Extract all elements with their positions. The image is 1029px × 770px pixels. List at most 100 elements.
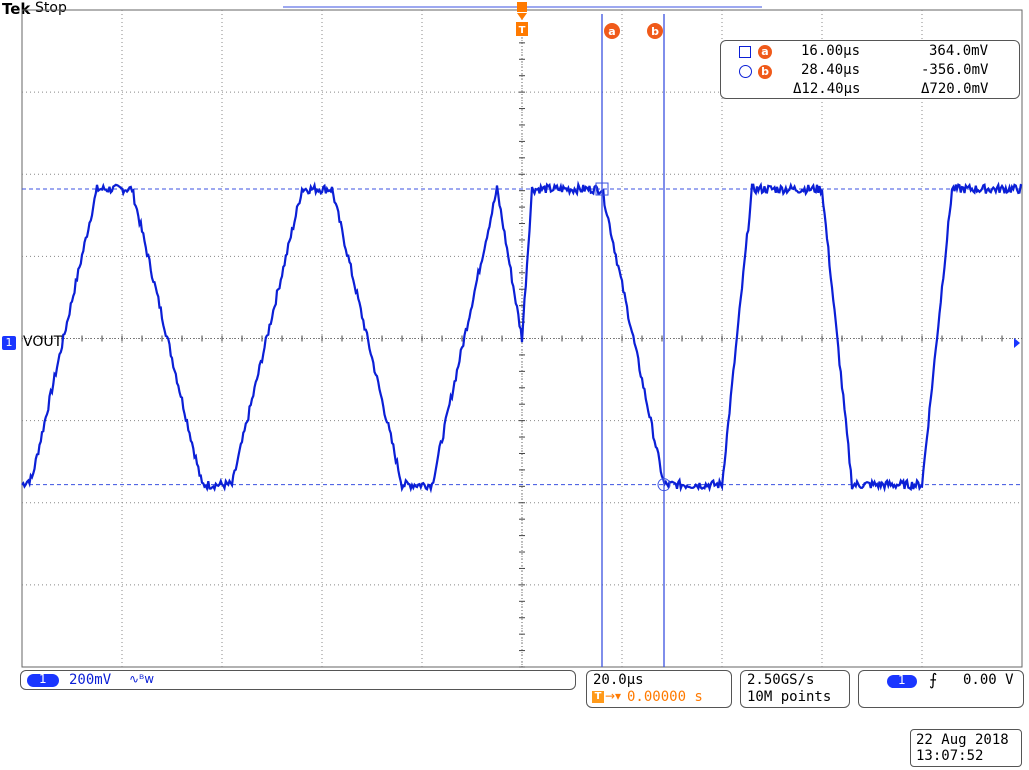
grid-dot xyxy=(266,502,267,504)
grid-dot xyxy=(766,584,767,586)
grid-dot xyxy=(386,584,387,586)
grid-dot xyxy=(590,420,591,422)
grid-dot xyxy=(214,502,215,504)
grid-dot xyxy=(421,382,423,383)
grid-dot xyxy=(621,146,623,147)
trigger-status-box[interactable]: 1 ⨍ 0.00 V xyxy=(858,670,1024,708)
grid-dot xyxy=(921,226,923,227)
grid-dot xyxy=(621,126,623,127)
grid-dot xyxy=(546,173,547,175)
grid-dot xyxy=(570,584,571,586)
grid-dot xyxy=(921,610,923,611)
grid-dot xyxy=(746,420,747,422)
grid-dot xyxy=(621,390,623,391)
grid-dot xyxy=(22,420,23,422)
grid-dot xyxy=(586,91,587,93)
grid-dot xyxy=(721,666,723,667)
grid-dot xyxy=(121,94,123,95)
grid-dot xyxy=(621,478,623,479)
grid-dot xyxy=(821,534,823,535)
grid-dot xyxy=(821,426,823,427)
grid-dot xyxy=(221,246,223,247)
grid-dot xyxy=(121,370,123,371)
grid-dot xyxy=(1002,502,1003,504)
grid-dot xyxy=(314,584,315,586)
grid-dot xyxy=(42,584,43,586)
channel-status-box[interactable]: 1 200mV ∿ᴮw xyxy=(20,670,576,690)
grid-dot xyxy=(422,91,423,93)
grid-dot xyxy=(534,173,535,175)
grid-dot xyxy=(421,278,423,279)
grid-dot xyxy=(594,338,595,339)
grid-dot xyxy=(821,242,823,243)
grid-dot xyxy=(402,173,403,175)
grid-dot xyxy=(421,618,423,619)
grid-dot xyxy=(821,206,823,207)
grid-dot xyxy=(114,584,115,586)
acquisition-status-box[interactable]: 2.50GS/s 10M points xyxy=(740,670,850,708)
grid-dot xyxy=(421,478,423,479)
grid-dot xyxy=(998,502,999,504)
horizontal-status-box[interactable]: 20.0µs T →▾ 0.00000 s xyxy=(586,670,732,708)
grid-dot xyxy=(666,255,667,257)
grid-dot xyxy=(22,91,23,93)
channel-1-marker[interactable]: 1 xyxy=(2,336,16,350)
grid-dot xyxy=(470,502,471,504)
grid-dot xyxy=(621,58,623,59)
grid-dot xyxy=(682,255,683,257)
grid-dot xyxy=(58,420,59,422)
grid-dot xyxy=(821,594,823,595)
grid-dot xyxy=(321,354,323,355)
grid-dot xyxy=(730,255,731,257)
grid-dot xyxy=(421,634,423,635)
grid-dot xyxy=(434,584,435,586)
grid-dot xyxy=(54,91,55,93)
grid-dot xyxy=(54,420,55,422)
vertical-scale: 200mV xyxy=(69,672,112,688)
grid-dot xyxy=(621,578,623,579)
grid-dot xyxy=(721,258,723,259)
grid-dot xyxy=(521,254,523,255)
grid-dot xyxy=(78,338,79,339)
grid-dot xyxy=(486,420,487,422)
grid-dot xyxy=(794,173,795,175)
grid-dot xyxy=(702,255,703,257)
grid-dot xyxy=(821,130,823,131)
grid-dot xyxy=(1018,173,1019,175)
grid-dot xyxy=(721,134,723,135)
grid-dot xyxy=(598,173,599,175)
grid-dot xyxy=(354,255,355,257)
grid-dot xyxy=(521,54,523,55)
grid-dot xyxy=(54,255,55,257)
grid-dot xyxy=(434,420,435,422)
grid-dot xyxy=(721,642,723,643)
grid-dot xyxy=(438,584,439,586)
grid-dot xyxy=(321,198,323,199)
grid-dot xyxy=(221,414,223,415)
grid-dot xyxy=(121,294,123,295)
grid-dot xyxy=(821,38,823,39)
grid-dot xyxy=(721,342,723,343)
grid-dot xyxy=(570,173,571,175)
grid-dot xyxy=(74,502,75,504)
grid-dot xyxy=(821,454,823,455)
grid-dot xyxy=(321,78,323,79)
grid-dot xyxy=(221,630,223,631)
grid-dot xyxy=(730,420,731,422)
grid-dot xyxy=(866,255,867,257)
grid-dot xyxy=(462,91,463,93)
grid-dot xyxy=(562,173,563,175)
grid-dot xyxy=(654,420,655,422)
grid-dot xyxy=(738,338,739,339)
grid-dot xyxy=(790,584,791,586)
grid-dot xyxy=(858,255,859,257)
grid-dot xyxy=(921,514,923,515)
grid-dot xyxy=(921,138,923,139)
grid-dot xyxy=(521,102,523,103)
grid-dot xyxy=(686,420,687,422)
grid-dot xyxy=(562,420,563,422)
grid-dot xyxy=(698,91,699,93)
grid-dot xyxy=(421,614,423,615)
grid-dot xyxy=(370,584,371,586)
grid-dot xyxy=(210,173,211,175)
